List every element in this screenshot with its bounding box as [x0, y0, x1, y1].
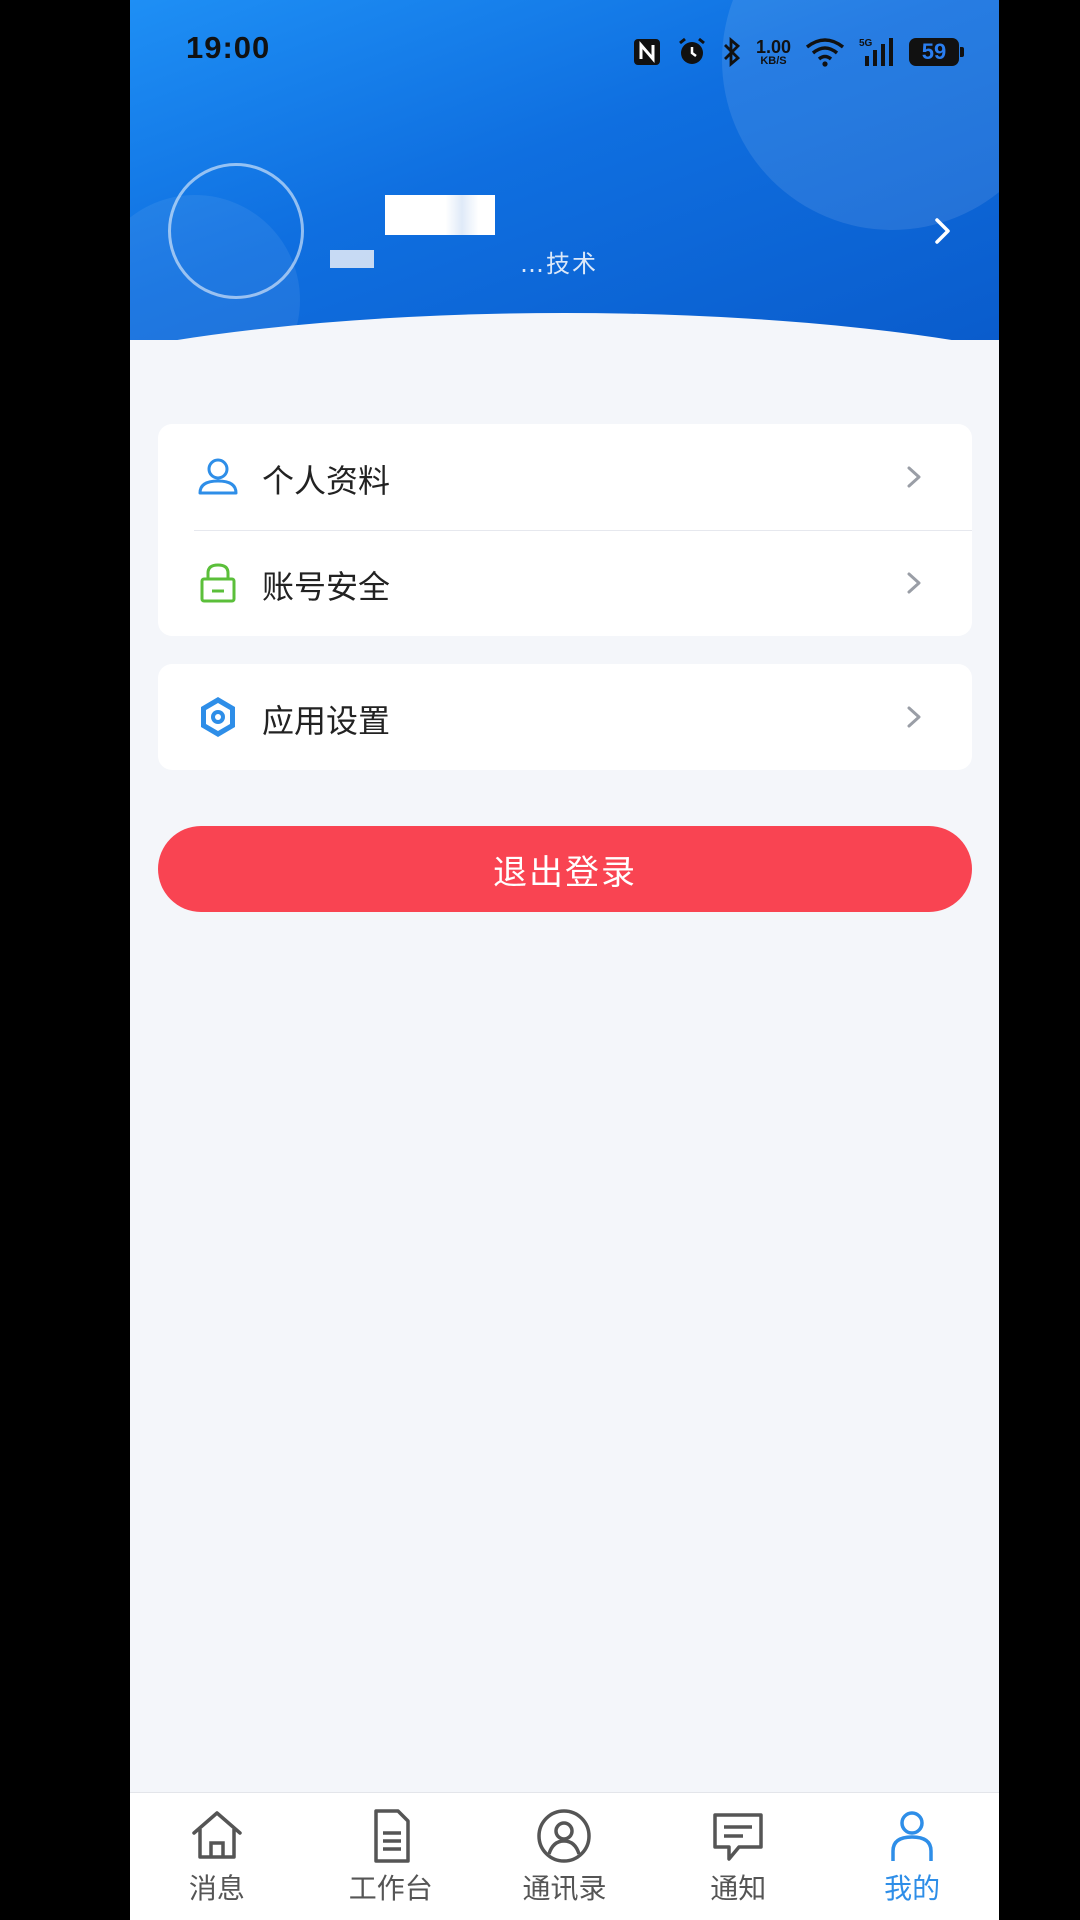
redacted-block	[330, 250, 374, 268]
message-icon	[713, 1813, 764, 1861]
logout-button[interactable]: 退出登录	[158, 826, 972, 912]
battery-level: 59	[921, 39, 947, 64]
nfc-icon	[633, 39, 660, 65]
home-icon	[192, 1811, 242, 1859]
tab-notifications[interactable]: 通知	[651, 1793, 825, 1920]
phone-screen: 19:00 1.00 KB/S 5G 59 …技术 个人资料 账号安全 应用设置…	[130, 0, 999, 1920]
chevron-right-icon	[907, 706, 921, 728]
document-icon	[373, 1809, 410, 1863]
lock-icon	[200, 563, 236, 603]
profile-department: …技术部	[330, 250, 610, 282]
chevron-right-icon[interactable]	[927, 216, 957, 246]
network-speed: 1.00 KB/S	[756, 38, 791, 67]
tab-label: 我的	[884, 1872, 941, 1905]
person-icon	[198, 458, 238, 495]
avatar[interactable]	[168, 163, 304, 299]
chevron-right-icon	[907, 572, 921, 594]
wifi-icon	[805, 38, 845, 67]
5g-signal-icon: 5G	[859, 38, 893, 66]
department-text: …技术部	[520, 250, 598, 278]
menu-item-profile[interactable]: 个人资料	[158, 424, 972, 530]
status-icons: 1.00 KB/S 5G 59	[632, 34, 964, 70]
status-time: 19:00	[186, 30, 271, 65]
tab-messages[interactable]: 消息	[130, 1793, 304, 1920]
user-icon	[891, 1811, 933, 1861]
battery-icon: 59	[909, 38, 964, 66]
status-bar: 19:00 1.00 KB/S 5G 59	[130, 0, 999, 104]
tab-workbench[interactable]: 工作台	[304, 1793, 478, 1920]
chevron-right-icon	[907, 466, 921, 488]
net-speed-unit: KB/S	[760, 54, 787, 67]
bluetooth-icon	[723, 36, 741, 68]
profile-name[interactable]	[385, 195, 495, 235]
tab-label: 通讯录	[522, 1872, 607, 1905]
menu-item-label: 账号安全	[262, 568, 391, 606]
tab-contacts[interactable]: 通讯录	[478, 1793, 652, 1920]
bottom-tab-bar: 消息 工作台 通讯录 通知 我的	[130, 1792, 999, 1920]
menu-item-account-security[interactable]: 账号安全	[158, 530, 972, 636]
menu-item-label: 个人资料	[262, 462, 391, 500]
menu-item-label: 应用设置	[262, 702, 391, 740]
tab-mine[interactable]: 我的	[825, 1793, 999, 1920]
net-speed-value: 1.00	[755, 36, 791, 57]
tab-label: 工作台	[348, 1872, 433, 1905]
settings-icon	[201, 697, 235, 737]
profile-header: 19:00 1.00 KB/S 5G 59 …技术	[130, 0, 999, 340]
contacts-icon	[537, 1809, 592, 1863]
menu-item-app-settings[interactable]: 应用设置	[158, 664, 972, 770]
tab-label: 消息	[188, 1872, 245, 1905]
alarm-icon	[679, 37, 705, 64]
tab-label: 通知	[710, 1872, 767, 1905]
account-card: 个人资料 账号安全	[158, 424, 972, 636]
svg-text:5G: 5G	[859, 38, 873, 49]
settings-card: 应用设置	[158, 664, 972, 770]
